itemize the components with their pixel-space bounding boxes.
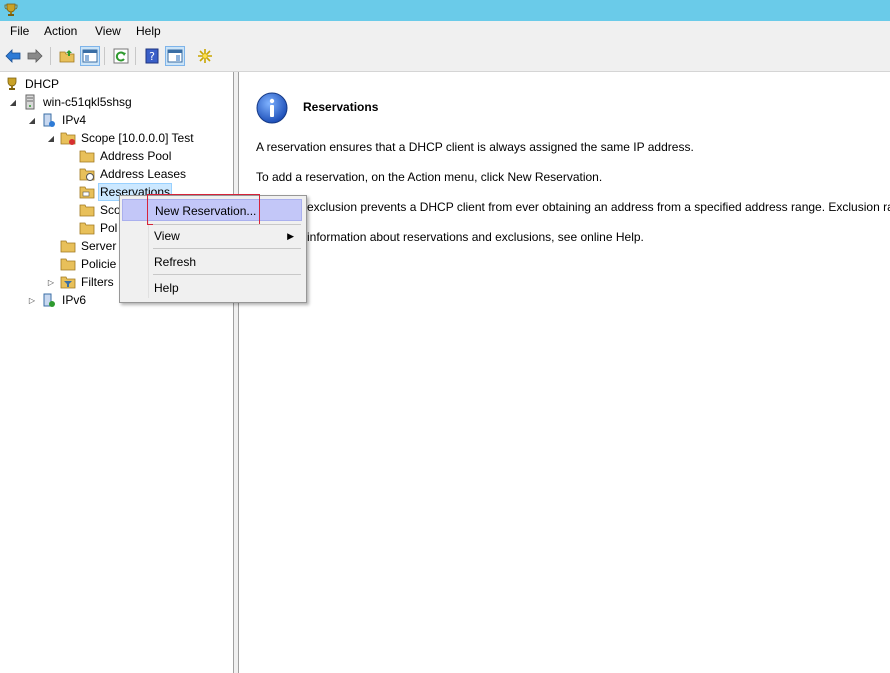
refresh-button[interactable] <box>111 46 131 66</box>
collapse-arrow-icon[interactable]: ◢ <box>46 134 56 143</box>
show-hide-console-tree-button[interactable] <box>80 46 100 66</box>
server-icon <box>25 94 35 110</box>
tree-node-label: Server <box>81 239 117 253</box>
menu-help[interactable]: Help <box>136 24 161 38</box>
toolbar-separator <box>50 47 51 65</box>
context-menu: New Reservation... View ▶ Refresh Help <box>119 194 307 303</box>
show-hide-console-tree-icon <box>82 49 98 63</box>
tree-node-scope-options[interactable]: Sco <box>79 201 123 219</box>
filter-folder-icon <box>60 276 76 289</box>
up-one-level-button[interactable] <box>57 46 77 66</box>
tree-node-label: DHCP <box>25 77 60 91</box>
show-hide-action-pane-button[interactable] <box>165 46 185 66</box>
tree-node-label: IPv4 <box>62 113 87 127</box>
dhcp-trophy-icon[interactable] <box>3 2 19 18</box>
info-icon <box>256 92 288 124</box>
folder-icon <box>79 150 95 163</box>
ipv4-network-icon <box>43 113 55 127</box>
action-pane-icon <box>167 49 183 63</box>
collapse-arrow-icon[interactable]: ◢ <box>8 98 18 107</box>
details-pane: Reservations A reservation ensures that … <box>239 72 890 673</box>
tree-node-label: Policie <box>81 257 117 271</box>
tree-node-address-pool[interactable]: Address Pool <box>79 147 173 165</box>
toolbar-separator <box>135 47 136 65</box>
tree-node-address-leases[interactable]: Address Leases <box>79 165 188 183</box>
menu-separator <box>153 274 301 275</box>
tree-node-label: IPv6 <box>62 293 87 307</box>
folder-icon <box>60 258 76 271</box>
title-bar <box>0 0 890 21</box>
folder-icon <box>60 240 76 253</box>
tree-node-label: Pol <box>100 221 118 235</box>
collapse-arrow-icon[interactable]: ◢ <box>27 116 37 125</box>
tree-node-label: Address Leases <box>100 167 187 181</box>
menu-item-label: Refresh <box>154 255 197 269</box>
console-tree[interactable]: DHCP ◢ win-c51qkl5shsg ◢ IPv4 ◢ Scope [1… <box>0 72 234 673</box>
refresh-icon <box>113 48 129 64</box>
menu-separator <box>153 248 301 249</box>
toolbar: ? <box>0 42 890 72</box>
reservations-folder-icon <box>79 186 95 199</box>
menu-item-label: Help <box>154 281 179 295</box>
leases-folder-icon <box>79 168 95 181</box>
menu-item-refresh[interactable]: Refresh <box>122 251 302 273</box>
tree-node-server-options[interactable]: Server <box>60 237 118 255</box>
menu-file[interactable]: File <box>10 24 29 38</box>
up-folder-icon <box>59 50 75 63</box>
back-button[interactable] <box>3 46 23 66</box>
dhcp-trophy-icon <box>7 77 17 90</box>
menu-item-help[interactable]: Help <box>122 277 302 299</box>
folder-icon <box>79 204 95 217</box>
new-button[interactable] <box>195 46 215 66</box>
tree-node-scope[interactable]: ◢ Scope [10.0.0.0] Test <box>46 129 196 147</box>
tree-node-filters[interactable]: ▷ Filters <box>46 273 116 291</box>
highlight-outline <box>147 194 260 225</box>
menu-action[interactable]: Action <box>44 24 77 38</box>
tree-node-dhcp[interactable]: DHCP <box>4 75 61 93</box>
svg-text:?: ? <box>149 50 155 63</box>
expand-arrow-icon[interactable]: ▷ <box>27 296 37 305</box>
expand-arrow-icon[interactable]: ▷ <box>46 278 56 287</box>
toolbar-separator <box>104 47 105 65</box>
menu-item-view[interactable]: View ▶ <box>122 225 302 247</box>
tree-node-scope-policies[interactable]: Pol <box>79 219 119 237</box>
help-button[interactable]: ? <box>142 46 162 66</box>
submenu-arrow-icon: ▶ <box>287 231 294 241</box>
tree-node-ipv4[interactable]: ◢ IPv4 <box>27 111 88 129</box>
tree-node-server[interactable]: ◢ win-c51qkl5shsg <box>8 93 134 111</box>
menu-view[interactable]: View <box>95 24 121 38</box>
page-title: Reservations <box>303 100 379 114</box>
menu-item-label: View <box>154 229 180 243</box>
forward-button[interactable] <box>25 46 45 66</box>
tree-node-label: win-c51qkl5shsg <box>43 95 132 109</box>
back-arrow-icon <box>5 49 21 63</box>
forward-arrow-icon <box>27 49 43 63</box>
tree-node-label: Address Pool <box>100 149 172 163</box>
scope-folder-icon <box>60 132 76 145</box>
description-text: information about reservations and exclu… <box>307 230 644 244</box>
menu-bar: File Action View Help <box>0 21 890 42</box>
tree-node-label: Scope [10.0.0.0] Test <box>81 131 194 145</box>
folder-icon <box>79 222 95 235</box>
tree-node-label: Filters <box>81 275 114 289</box>
tree-node-ipv6[interactable]: ▷ IPv6 <box>27 291 88 309</box>
description-text: To add a reservation, on the Action menu… <box>256 170 603 184</box>
new-star-icon <box>198 49 212 63</box>
help-icon: ? <box>145 48 159 64</box>
tree-node-policies[interactable]: Policie <box>60 255 118 273</box>
description-text: exclusion prevents a DHCP client from ev… <box>307 200 890 214</box>
description-text: A reservation ensures that a DHCP client… <box>256 140 694 154</box>
ipv6-network-icon <box>43 293 55 307</box>
